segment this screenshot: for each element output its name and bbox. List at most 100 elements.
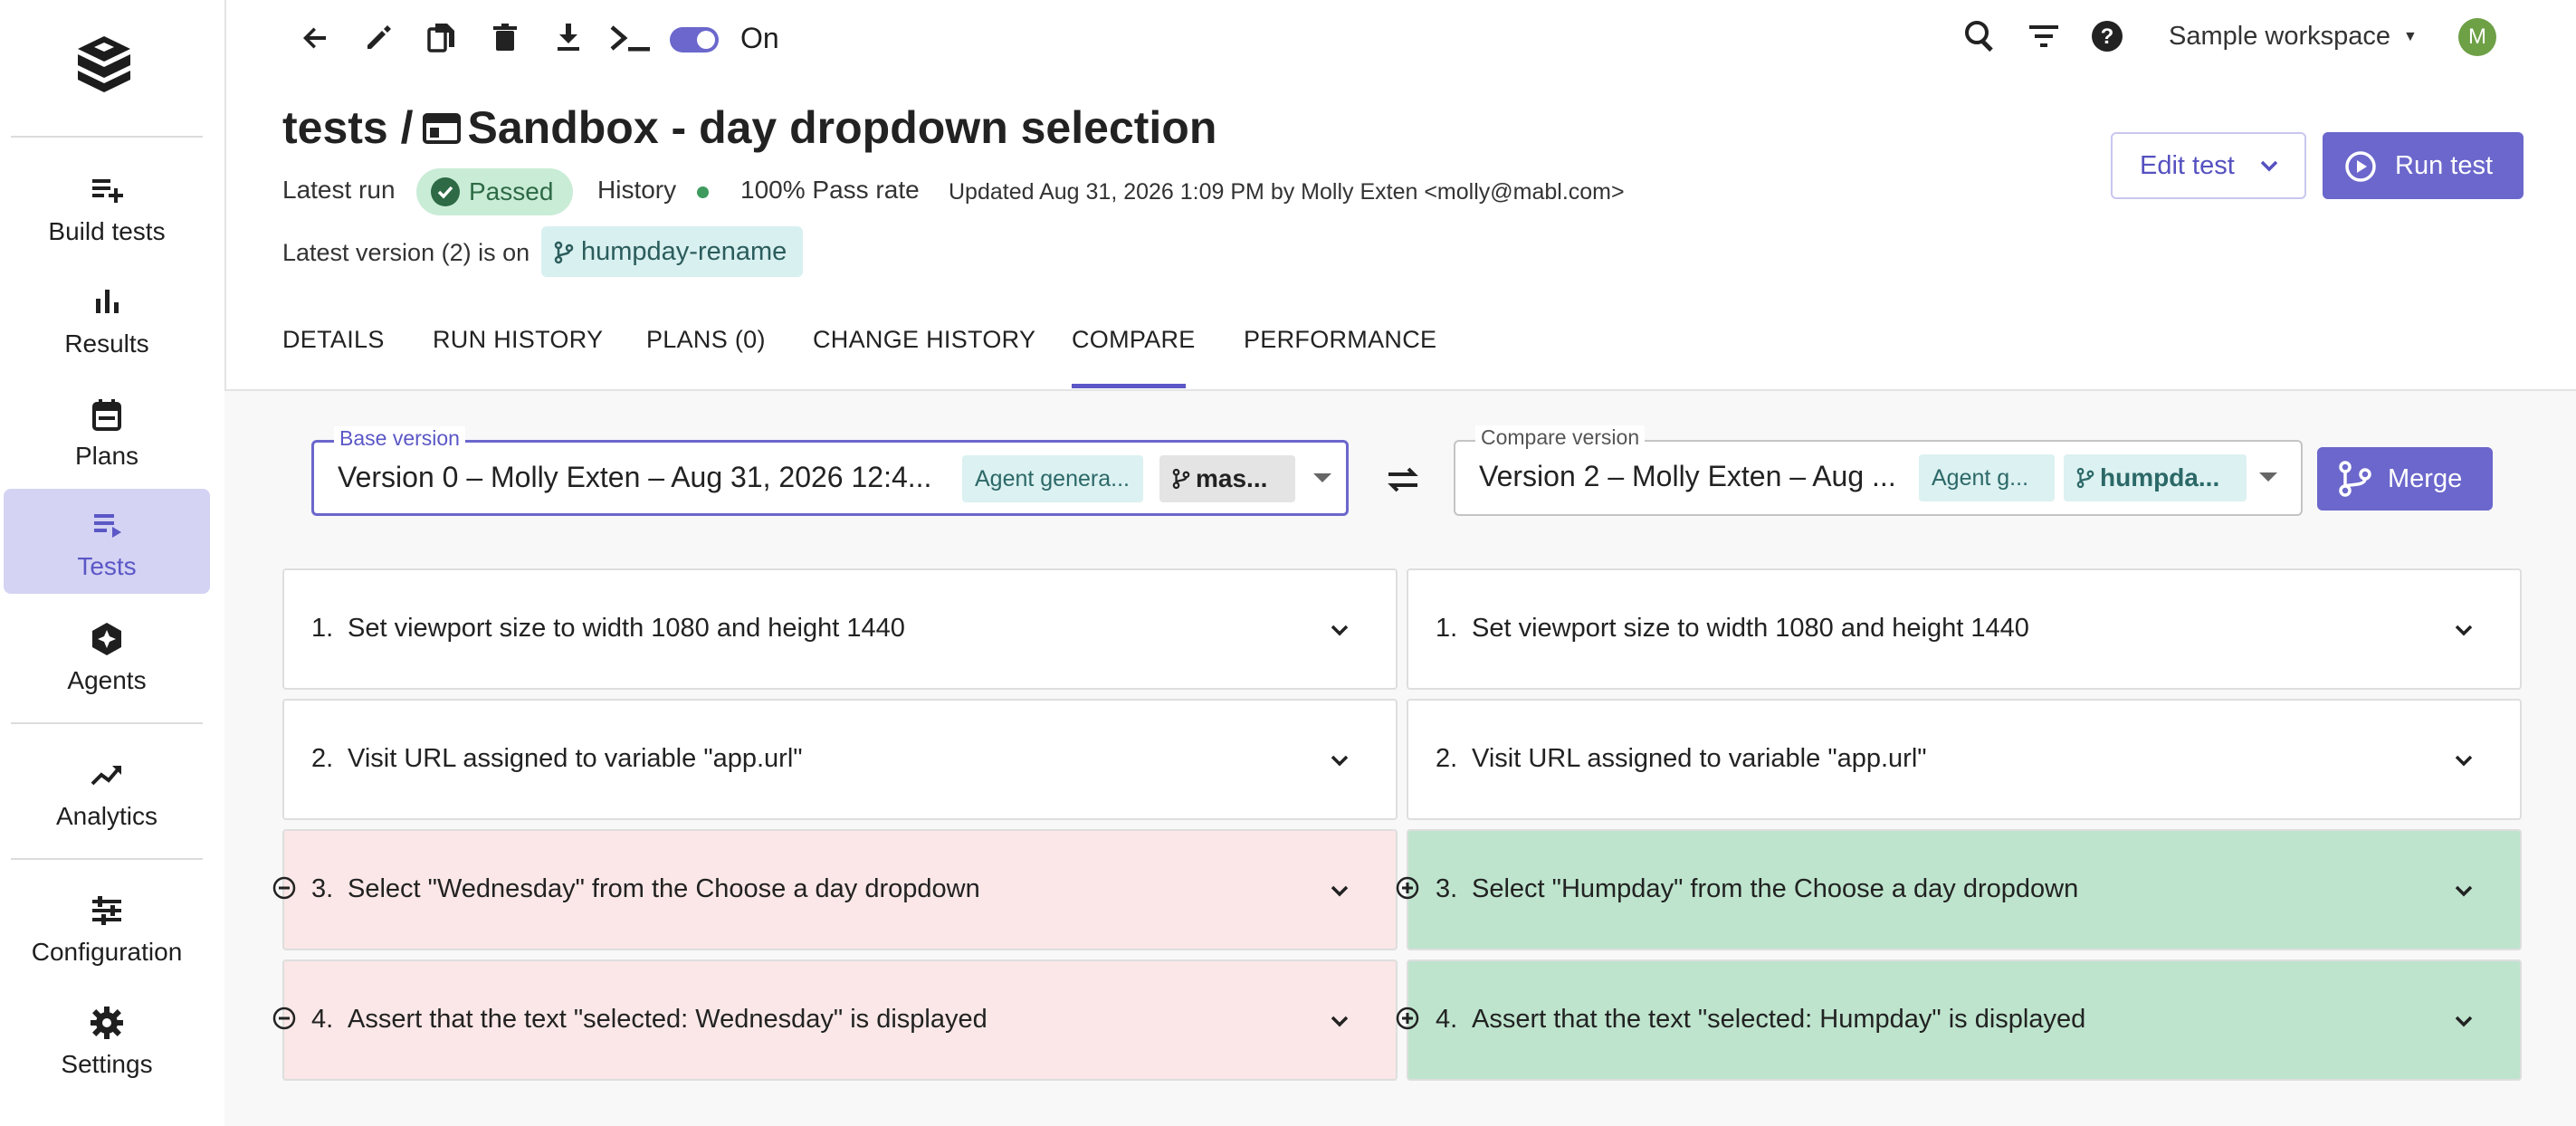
step-text: Set viewport size to width 1080 and heig… xyxy=(1472,614,2029,643)
sidebar-divider xyxy=(11,858,203,860)
breadcrumb[interactable]: tests / xyxy=(282,102,414,153)
compare-step-row-added[interactable]: 4. Assert that the text "selected: Humpd… xyxy=(1407,959,2522,1081)
branch-name: humpday-rename xyxy=(581,237,787,266)
swap-versions-button[interactable] xyxy=(1383,462,1423,498)
step-number: 2. xyxy=(311,744,334,773)
sidebar-item-label: Tests xyxy=(77,552,137,580)
back-button[interactable] xyxy=(295,18,335,58)
compare-branch-chip: humpda... xyxy=(2064,454,2247,501)
base-step-row[interactable]: 1. Set viewport size to width 1080 and h… xyxy=(282,568,1398,690)
status-badge[interactable]: Passed xyxy=(416,168,574,215)
compare-version-select[interactable]: Compare version Version 2 – Molly Exten … xyxy=(1454,425,2303,516)
step-number: 4. xyxy=(311,1005,334,1034)
git-merge-icon xyxy=(2337,460,2373,498)
step-number: 1. xyxy=(1436,614,1458,643)
check-circle-icon xyxy=(431,177,460,206)
compare-step-row[interactable]: 2. Visit URL assigned to variable "app.u… xyxy=(1407,699,2522,820)
merge-button[interactable]: Merge xyxy=(2317,447,2493,511)
branch-chip[interactable]: humpday-rename xyxy=(541,226,804,277)
chevron-down-icon[interactable] xyxy=(1327,748,1352,773)
chevron-down-icon[interactable] xyxy=(2451,1008,2476,1034)
tab-change-history[interactable]: CHANGE HISTORY xyxy=(813,326,1035,354)
play-circle-icon xyxy=(2344,150,2377,183)
terminal-icon xyxy=(610,25,650,52)
step-number: 4. xyxy=(1436,1005,1458,1034)
sidebar-item-analytics[interactable]: Analytics xyxy=(4,739,210,844)
run-test-label: Run test xyxy=(2395,151,2493,180)
chevron-down-icon[interactable] xyxy=(1327,878,1352,903)
compare-step-row-added[interactable]: 3. Select "Humpday" from the Choose a da… xyxy=(1407,829,2522,950)
edit-test-button[interactable]: Edit test xyxy=(2111,132,2306,199)
caret-down-icon: ▼ xyxy=(2403,29,2418,45)
edit-button[interactable] xyxy=(358,18,398,58)
enable-toggle[interactable] xyxy=(670,27,719,52)
run-test-button[interactable]: Run test xyxy=(2323,132,2524,199)
sidebar-divider xyxy=(11,136,203,138)
sidebar-item-label: Configuration xyxy=(31,938,183,966)
toggle-label: On xyxy=(740,22,779,54)
base-branch-name: mas... xyxy=(1196,464,1268,492)
workspace-selector[interactable]: Sample workspace ▼ xyxy=(2169,22,2418,52)
status-text: Passed xyxy=(469,177,554,205)
chevron-down-icon[interactable] xyxy=(2451,617,2476,643)
tab-run-history[interactable]: RUN HISTORY xyxy=(433,326,603,354)
help-button[interactable]: ? xyxy=(2087,16,2127,56)
base-version-select[interactable]: Base version Version 0 – Molly Exten – A… xyxy=(311,426,1349,516)
step-text: Visit URL assigned to variable "app.url" xyxy=(348,744,803,773)
tab-performance[interactable]: PERFORMANCE xyxy=(1244,326,1436,354)
duplicate-button[interactable] xyxy=(422,18,462,58)
mabl-logo[interactable] xyxy=(76,34,132,94)
git-branch-icon xyxy=(1172,468,1190,490)
trend-icon xyxy=(89,757,125,793)
sidebar-item-plans[interactable]: Plans xyxy=(4,378,210,483)
step-text: Assert that the text "selected: Wednesda… xyxy=(348,1005,987,1034)
step-text: Visit URL assigned to variable "app.url" xyxy=(1472,744,1927,773)
sidebar-item-label: Results xyxy=(64,329,149,358)
step-number: 2. xyxy=(1436,744,1458,773)
step-text: Set viewport size to width 1080 and heig… xyxy=(348,614,905,643)
tab-compare[interactable]: COMPARE xyxy=(1072,326,1196,354)
avatar[interactable]: M xyxy=(2458,18,2496,56)
history-link[interactable]: History xyxy=(597,176,676,205)
step-text: Assert that the text "selected: Humpday"… xyxy=(1472,1005,2086,1034)
delete-button[interactable] xyxy=(485,18,525,58)
browser-test-icon xyxy=(422,112,461,144)
toggle-knob xyxy=(697,31,715,49)
filter-button[interactable] xyxy=(2024,16,2064,56)
sidebar-item-configuration[interactable]: Configuration xyxy=(4,874,210,979)
tab-details[interactable]: DETAILS xyxy=(282,326,385,354)
sidebar-item-settings[interactable]: Settings xyxy=(4,987,210,1092)
tab-plans[interactable]: PLANS (0) xyxy=(646,326,766,354)
base-step-row[interactable]: 2. Visit URL assigned to variable "app.u… xyxy=(282,699,1398,820)
compare-step-row[interactable]: 1. Set viewport size to width 1080 and h… xyxy=(1407,568,2522,690)
base-step-row-removed[interactable]: 3. Select "Wednesday" from the Choose a … xyxy=(282,829,1398,950)
step-number: 3. xyxy=(311,874,334,903)
search-button[interactable] xyxy=(1961,16,2000,56)
chevron-down-icon[interactable] xyxy=(2451,878,2476,903)
compare-version-value: Version 2 – Molly Exten – Aug ... xyxy=(1479,460,1896,492)
step-number: 3. xyxy=(1436,874,1458,903)
step-text: Select "Humpday" from the Choose a day d… xyxy=(1472,874,2079,903)
page-title: tests / Sandbox - day dropdown selection xyxy=(282,101,1216,154)
history-status-dot xyxy=(697,186,709,198)
sidebar-item-build-tests[interactable]: Build tests xyxy=(4,154,210,259)
chevron-down-icon xyxy=(2257,154,2281,177)
download-button[interactable] xyxy=(549,18,588,58)
chevron-down-icon[interactable] xyxy=(1327,1008,1352,1034)
sidebar-item-label: Plans xyxy=(74,442,139,470)
terminal-button[interactable] xyxy=(608,18,650,58)
chevron-down-icon[interactable] xyxy=(1327,617,1352,643)
sidebar-item-results[interactable]: Results xyxy=(4,266,210,371)
workspace-name: Sample workspace xyxy=(2169,22,2390,51)
sidebar-item-label: Analytics xyxy=(55,802,158,830)
updated-info: Updated Aug 31, 2026 1:09 PM by Molly Ex… xyxy=(949,179,1625,205)
back-arrow-icon xyxy=(303,27,326,49)
sidebar-item-agents[interactable]: Agents xyxy=(4,603,210,708)
chevron-down-icon[interactable] xyxy=(2451,748,2476,773)
compare-branch-name: humpda... xyxy=(2100,463,2220,491)
active-tab-indicator xyxy=(1072,384,1186,388)
base-step-row-removed[interactable]: 4. Assert that the text "selected: Wedne… xyxy=(282,959,1398,1081)
sliders-icon xyxy=(89,892,125,929)
sidebar-item-tests[interactable]: Tests xyxy=(4,489,210,594)
svg-text:?: ? xyxy=(2101,24,2114,49)
